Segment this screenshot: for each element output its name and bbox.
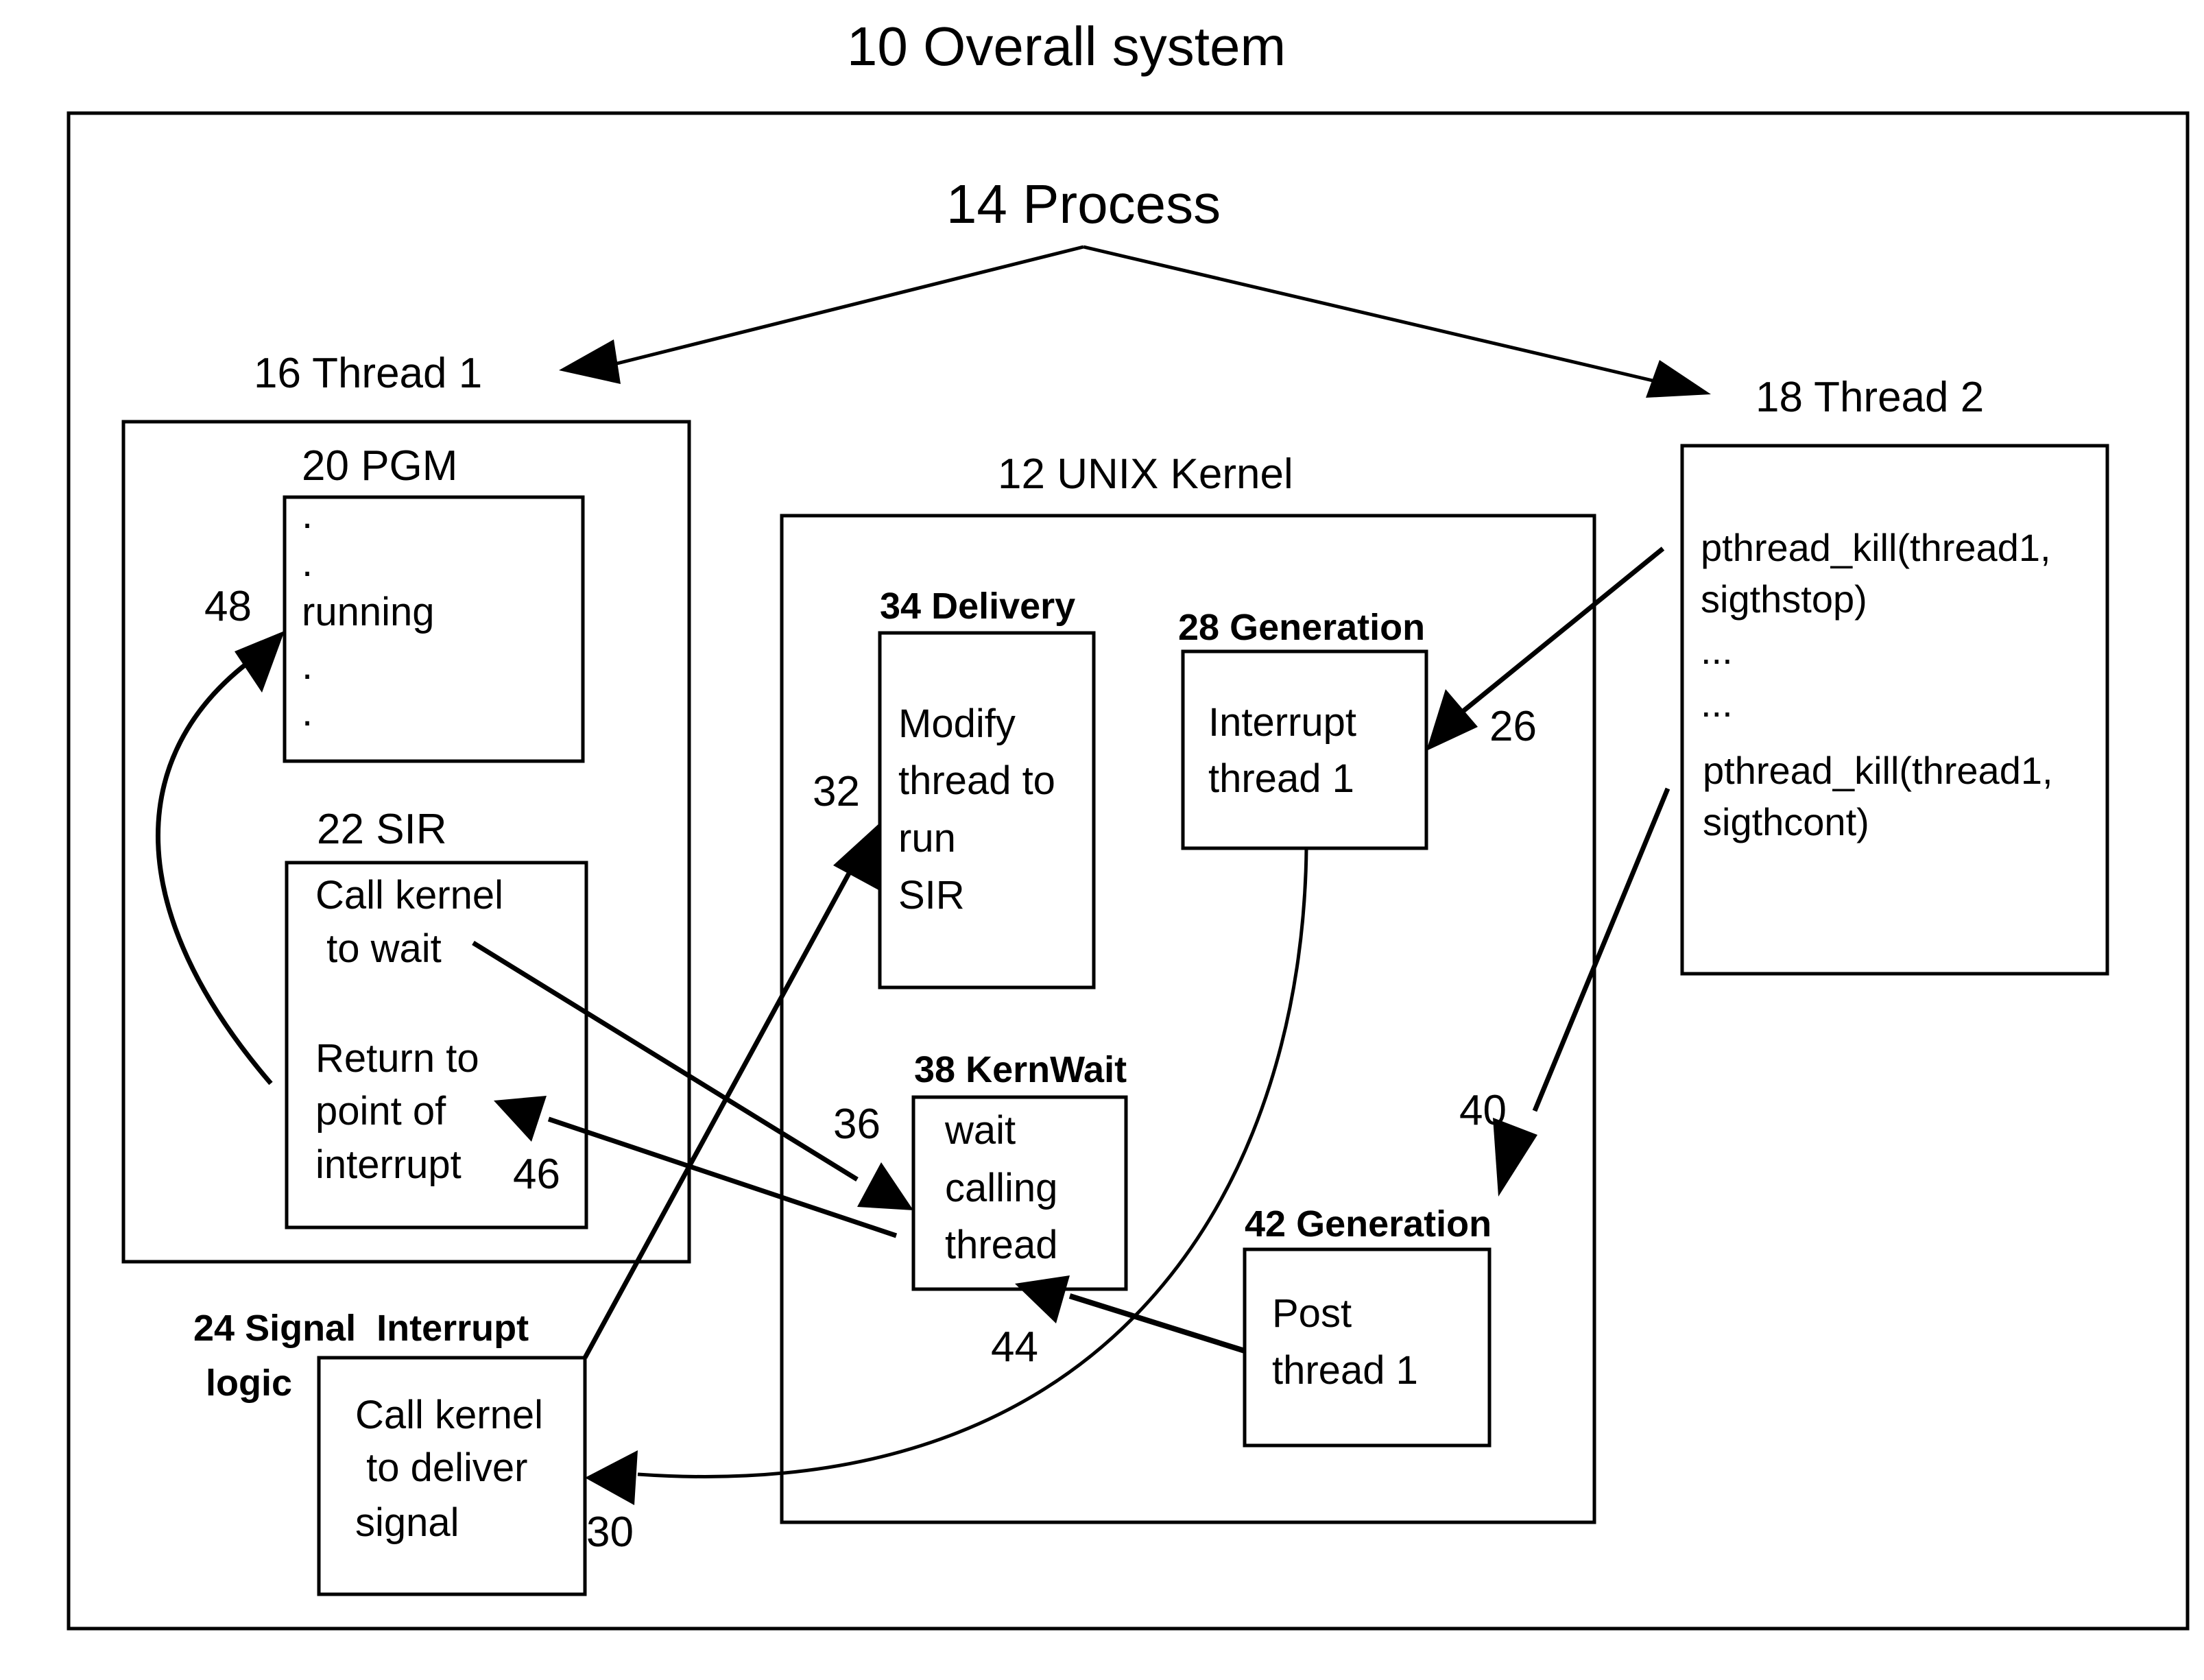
- signal-interrupt-label-2: logic: [206, 1363, 292, 1404]
- signal-interrupt-line: signal: [355, 1500, 459, 1545]
- thread2-line: ...: [1701, 629, 1733, 672]
- delivery-box: [878, 631, 1096, 989]
- arrowhead-icon: [559, 339, 621, 384]
- delivery-label: 34 Delivery: [880, 586, 1075, 627]
- kernwait-line: thread: [945, 1223, 1057, 1267]
- signal-interrupt-label: 24 Signal Interrupt: [193, 1308, 529, 1349]
- kernwait-line: calling: [945, 1166, 1057, 1210]
- delivery-line: thread to: [898, 758, 1055, 803]
- kernwait-label: 38 KernWait: [914, 1049, 1127, 1090]
- delivery-line: run: [898, 816, 956, 861]
- ref-48: 48: [204, 583, 252, 630]
- generation28-line: Interrupt: [1208, 700, 1356, 745]
- sir-line: to wait: [315, 926, 442, 971]
- thread2-box: [1680, 444, 2109, 976]
- kernel-label: 12 UNIX Kernel: [998, 451, 1293, 498]
- pgm-line: .: [302, 492, 313, 537]
- thread2-line: pthread_kill(thread1,: [1701, 526, 2051, 569]
- generation42-line: thread 1: [1272, 1348, 1418, 1393]
- ref-44: 44: [991, 1323, 1038, 1371]
- generation42-box: [1243, 1247, 1492, 1448]
- pgm-line: running: [302, 590, 434, 634]
- arrow-40: [1493, 787, 1670, 1197]
- delivery-line: Modify: [898, 701, 1016, 746]
- sir-line: point of: [315, 1089, 446, 1133]
- pgm-line: .: [302, 643, 313, 688]
- process-to-thread2-arrow: [1083, 245, 1711, 398]
- generation28-label: 28 Generation: [1178, 607, 1425, 648]
- generation28-line: thread 1: [1208, 756, 1354, 801]
- arrowhead-icon: [1426, 689, 1478, 751]
- thread2-line: ...: [1701, 682, 1733, 725]
- thread2-line: sigthcont): [1703, 800, 1869, 843]
- ref-36: 36: [833, 1101, 881, 1148]
- ref-30: 30: [586, 1509, 634, 1556]
- process-label: 14 Process: [946, 173, 1221, 235]
- generation28-box: [1181, 649, 1428, 850]
- generation42-line: Post: [1272, 1291, 1352, 1336]
- pgm-line: .: [302, 540, 313, 585]
- arrowhead-icon: [585, 1450, 638, 1505]
- ref-46: 46: [513, 1151, 560, 1198]
- sir-label: 22 SIR: [317, 806, 447, 853]
- signal-interrupt-line: to deliver: [355, 1445, 527, 1490]
- thread2-label: 18 Thread 2: [1756, 374, 1984, 421]
- pgm-line: .: [302, 690, 313, 734]
- process-to-thread1-arrow: [559, 245, 1084, 384]
- thread1-label: 16 Thread 1: [254, 350, 482, 397]
- sir-line: interrupt: [315, 1142, 462, 1187]
- arrow-26: [1426, 547, 1665, 751]
- ref-26: 26: [1489, 703, 1537, 750]
- arrowhead-icon: [1015, 1275, 1070, 1323]
- delivery-line: SIR: [898, 873, 965, 917]
- sir-line: Call kernel: [315, 873, 503, 917]
- arrowhead-icon: [1493, 1118, 1537, 1197]
- kernwait-line: wait: [944, 1108, 1016, 1153]
- sir-line: Return to: [315, 1036, 479, 1081]
- arrow-44: [1015, 1275, 1246, 1354]
- arrowhead-icon: [833, 823, 881, 891]
- thread2-line: pthread_kill(thread1,: [1703, 749, 2053, 792]
- ref-32: 32: [813, 768, 860, 815]
- thread2-line: sigthstop): [1701, 577, 1867, 621]
- arrowhead-icon: [857, 1162, 913, 1210]
- pgm-label: 20 PGM: [302, 442, 457, 490]
- signal-interrupt-line: Call kernel: [355, 1393, 543, 1437]
- generation42-label: 42 Generation: [1245, 1203, 1492, 1245]
- arrowhead-icon: [1646, 360, 1711, 398]
- overall-system-diagram: 10 Overall system 14 Process 16 Thread 1…: [67, 16, 2190, 1631]
- diagram-title: 10 Overall system: [847, 16, 1286, 77]
